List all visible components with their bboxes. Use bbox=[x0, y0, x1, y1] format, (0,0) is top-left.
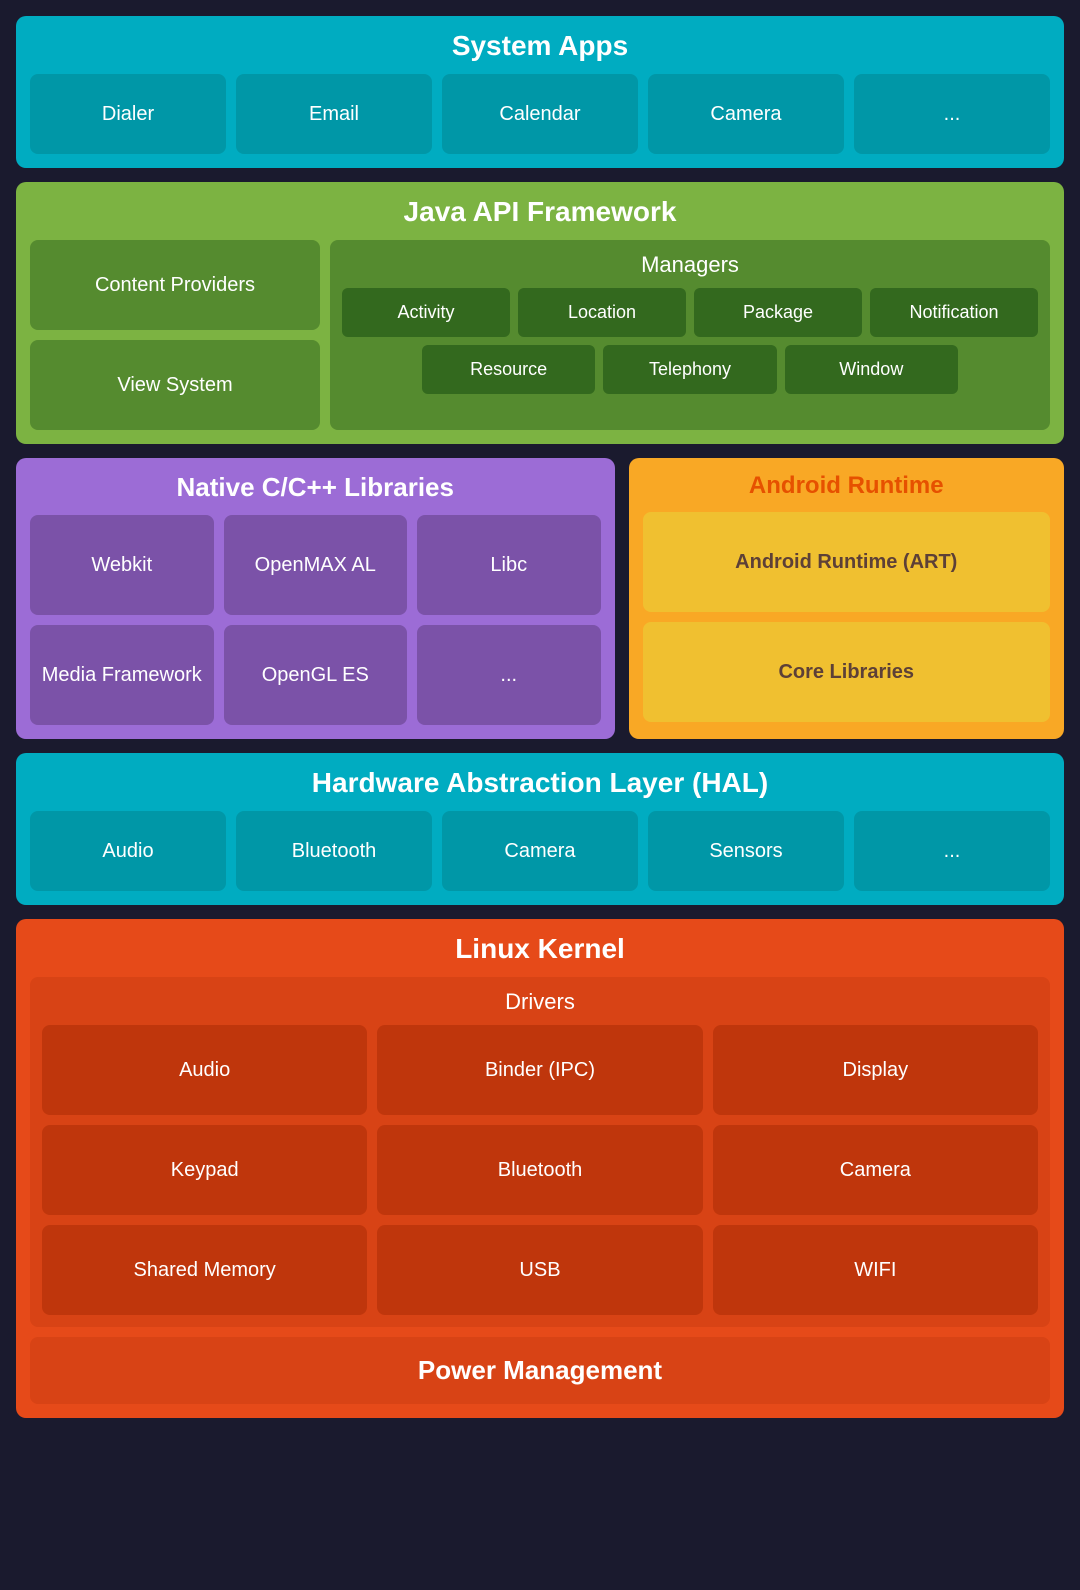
native-openmax: OpenMAX AL bbox=[224, 515, 408, 615]
hal-sensors: Sensors bbox=[648, 811, 844, 891]
system-apps-calendar: Calendar bbox=[442, 74, 638, 154]
native-webkit: Webkit bbox=[30, 515, 214, 615]
java-api-title: Java API Framework bbox=[30, 196, 1050, 228]
java-api-content: Content Providers View System Managers A… bbox=[30, 240, 1050, 430]
java-api-content-providers: Content Providers bbox=[30, 240, 320, 330]
manager-telephony: Telephony bbox=[603, 345, 776, 394]
manager-resource: Resource bbox=[422, 345, 595, 394]
driver-bluetooth: Bluetooth bbox=[377, 1125, 702, 1215]
driver-usb: USB bbox=[377, 1225, 702, 1315]
system-apps-layer: System Apps Dialer Email Calendar Camera… bbox=[16, 16, 1064, 168]
drivers-section: Drivers Audio Binder (IPC) Display Keypa… bbox=[30, 977, 1050, 1327]
system-apps-dialer: Dialer bbox=[30, 74, 226, 154]
java-api-view-system: View System bbox=[30, 340, 320, 430]
manager-location: Location bbox=[518, 288, 686, 337]
java-api-managers: Managers Activity Location Package Notif… bbox=[330, 240, 1050, 430]
driver-keypad: Keypad bbox=[42, 1125, 367, 1215]
hal-audio: Audio bbox=[30, 811, 226, 891]
driver-binder-ipc: Binder (IPC) bbox=[377, 1025, 702, 1115]
hal-camera: Camera bbox=[442, 811, 638, 891]
android-runtime-layer: Android Runtime Android Runtime (ART) Co… bbox=[629, 458, 1065, 739]
driver-audio: Audio bbox=[42, 1025, 367, 1115]
native-libc: Libc bbox=[417, 515, 601, 615]
native-opengl-es: OpenGL ES bbox=[224, 625, 408, 725]
hal-title: Hardware Abstraction Layer (HAL) bbox=[30, 767, 1050, 799]
driver-display: Display bbox=[713, 1025, 1038, 1115]
system-apps-cells: Dialer Email Calendar Camera ... bbox=[30, 74, 1050, 154]
android-runtime-art: Android Runtime (ART) bbox=[643, 512, 1051, 612]
driver-wifi: WIFI bbox=[713, 1225, 1038, 1315]
java-api-left: Content Providers View System bbox=[30, 240, 320, 430]
manager-activity: Activity bbox=[342, 288, 510, 337]
native-cpp-layer: Native C/C++ Libraries Webkit OpenMAX AL… bbox=[16, 458, 615, 739]
hal-more: ... bbox=[854, 811, 1050, 891]
android-runtime-core-libs: Core Libraries bbox=[643, 622, 1051, 722]
android-runtime-grid: Android Runtime (ART) Core Libraries bbox=[643, 512, 1051, 722]
manager-notification: Notification bbox=[870, 288, 1038, 337]
system-apps-more: ... bbox=[854, 74, 1050, 154]
system-apps-title: System Apps bbox=[30, 30, 1050, 62]
system-apps-camera: Camera bbox=[648, 74, 844, 154]
managers-title: Managers bbox=[342, 252, 1038, 278]
managers-row1: Activity Location Package Notification bbox=[342, 288, 1038, 337]
java-api-layer: Java API Framework Content Providers Vie… bbox=[16, 182, 1064, 444]
system-apps-email: Email bbox=[236, 74, 432, 154]
android-runtime-title: Android Runtime bbox=[643, 472, 1051, 500]
drivers-grid: Audio Binder (IPC) Display Keypad Blueto… bbox=[42, 1025, 1038, 1315]
linux-kernel-title: Linux Kernel bbox=[30, 933, 1050, 965]
driver-camera: Camera bbox=[713, 1125, 1038, 1215]
linux-kernel-layer: Linux Kernel Drivers Audio Binder (IPC) … bbox=[16, 919, 1064, 1418]
native-runtime-row: Native C/C++ Libraries Webkit OpenMAX AL… bbox=[16, 458, 1064, 739]
hal-cells: Audio Bluetooth Camera Sensors ... bbox=[30, 811, 1050, 891]
native-media-framework: Media Framework bbox=[30, 625, 214, 725]
native-cpp-title: Native C/C++ Libraries bbox=[30, 472, 601, 503]
hal-layer: Hardware Abstraction Layer (HAL) Audio B… bbox=[16, 753, 1064, 905]
manager-window: Window bbox=[785, 345, 958, 394]
manager-package: Package bbox=[694, 288, 862, 337]
power-management: Power Management bbox=[30, 1337, 1050, 1404]
hal-bluetooth: Bluetooth bbox=[236, 811, 432, 891]
driver-shared-memory: Shared Memory bbox=[42, 1225, 367, 1315]
native-cpp-grid: Webkit OpenMAX AL Libc Media Framework O… bbox=[30, 515, 601, 725]
native-more: ... bbox=[417, 625, 601, 725]
drivers-title: Drivers bbox=[42, 989, 1038, 1015]
managers-row2: Resource Telephony Window bbox=[342, 345, 1038, 394]
